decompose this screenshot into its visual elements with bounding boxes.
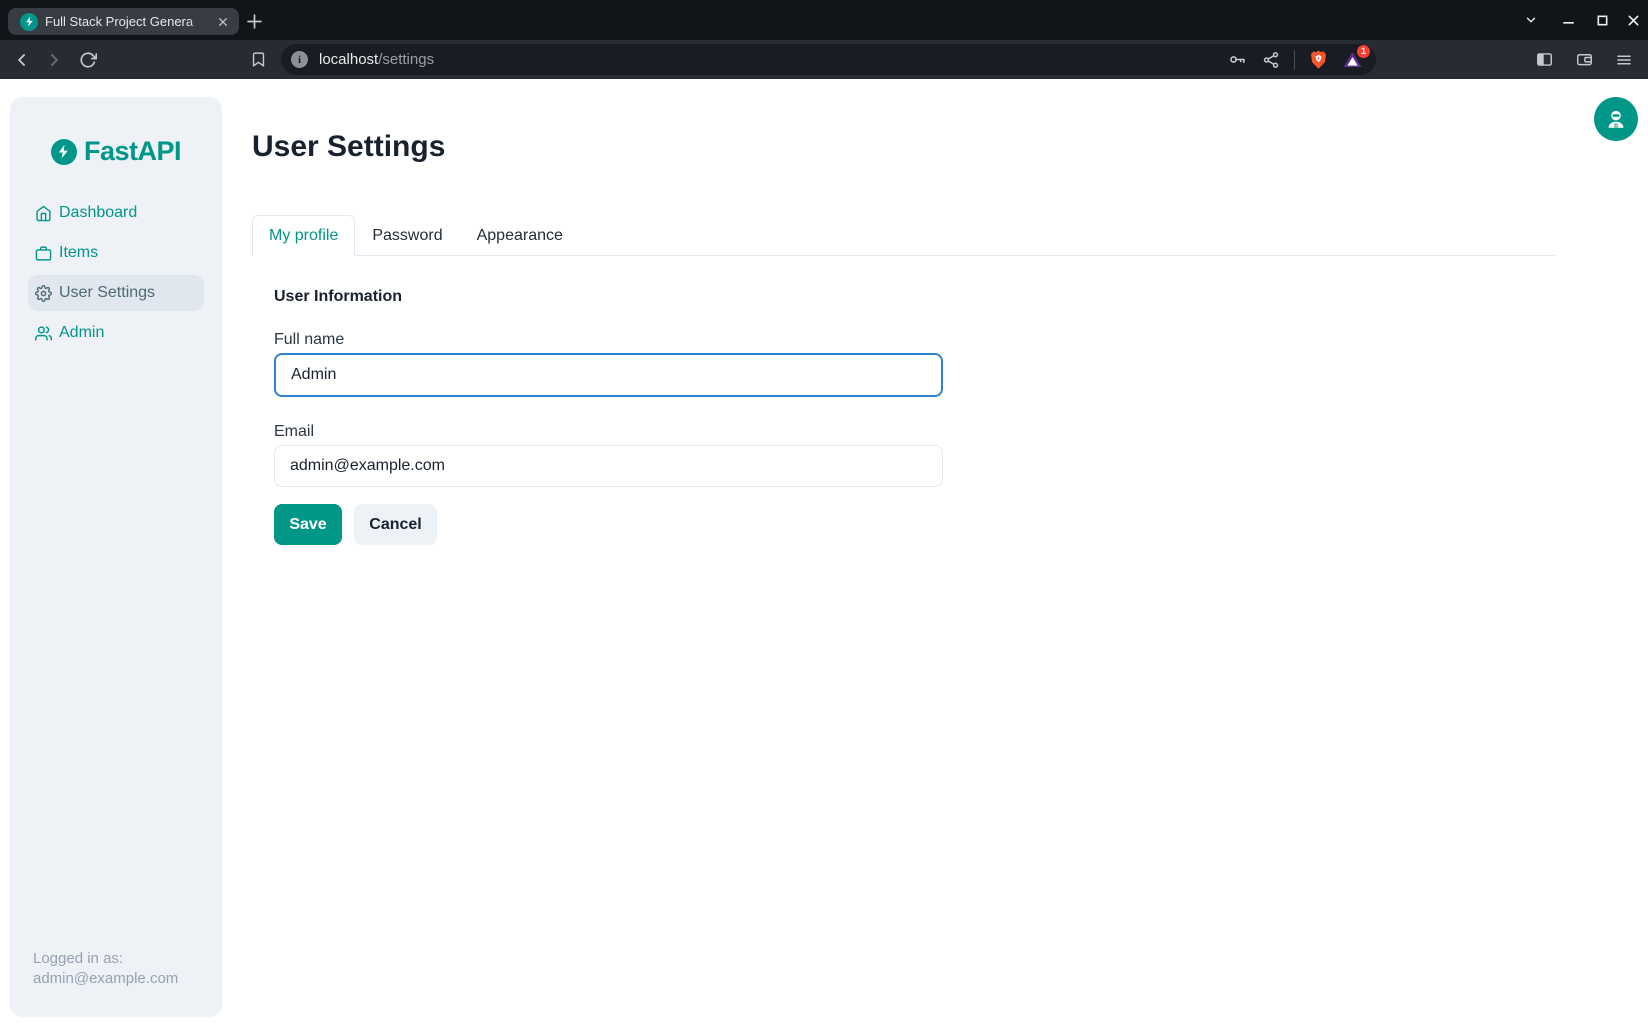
button-row: Save Cancel: [274, 504, 1556, 545]
tab-title: Full Stack Project Genera: [45, 14, 215, 29]
sidebar-toggle-icon[interactable]: [1530, 46, 1558, 74]
home-icon: [35, 205, 52, 222]
url-bar[interactable]: i localhost/settings 1: [281, 44, 1376, 75]
browser-toolbar: i localhost/settings 1: [0, 40, 1648, 79]
section-title: User Information: [274, 287, 1556, 307]
briefcase-icon: [35, 245, 52, 262]
sidebar-item-label: Admin: [59, 324, 104, 342]
browser-tab[interactable]: Full Stack Project Genera: [8, 8, 239, 35]
cancel-button[interactable]: Cancel: [354, 504, 437, 545]
tab-password[interactable]: Password: [355, 215, 459, 256]
sidebar-item-label: User Settings: [59, 284, 155, 302]
fastapi-logo-text: FastAPI: [84, 136, 181, 167]
brave-rewards-icon[interactable]: 1: [1341, 49, 1363, 71]
menu-icon[interactable]: [1610, 46, 1638, 74]
sidebar-item-label: Items: [59, 244, 98, 262]
window-minimize-button[interactable]: [1562, 0, 1575, 40]
site-info-icon[interactable]: i: [291, 51, 308, 68]
window-close-button[interactable]: [1627, 0, 1640, 40]
key-icon[interactable]: [1226, 49, 1248, 71]
users-icon: [35, 325, 52, 342]
full-name-label: Full name: [274, 330, 1556, 350]
fastapi-logo-icon: [51, 139, 77, 165]
tab-list: My profile Password Appearance: [252, 214, 1556, 256]
profile-panel: User Information Full name Email Save Ca…: [252, 256, 1556, 545]
sidebar-item-admin[interactable]: Admin: [10, 313, 222, 353]
url-text: localhost/settings: [319, 51, 1214, 68]
gear-icon: [35, 285, 52, 302]
logged-in-email: admin@example.com: [33, 969, 178, 989]
logged-in-label: Logged in as:: [33, 949, 178, 969]
bookmark-icon[interactable]: [244, 46, 272, 74]
new-tab-button[interactable]: [243, 10, 265, 32]
back-button[interactable]: [8, 46, 36, 74]
window-maximize-button[interactable]: [1596, 0, 1609, 40]
sidebar-item-user-settings[interactable]: User Settings: [28, 275, 204, 311]
user-avatar-button[interactable]: [1594, 97, 1638, 141]
email-input[interactable]: [274, 445, 943, 487]
brave-shield-icon[interactable]: [1307, 49, 1329, 71]
app-page: FastAPI Dashboard Items User Settings: [0, 79, 1648, 1025]
fastapi-favicon-icon: [20, 13, 38, 31]
fastapi-logo[interactable]: FastAPI: [10, 136, 222, 167]
sidebar-item-label: Dashboard: [59, 204, 137, 222]
sidebar-nav: Dashboard Items User Settings Admin: [10, 193, 222, 353]
sidebar-item-dashboard[interactable]: Dashboard: [10, 193, 222, 233]
share-icon[interactable]: [1260, 49, 1282, 71]
tab-close-icon[interactable]: [215, 14, 231, 30]
reload-button[interactable]: [74, 46, 102, 74]
sidebar: FastAPI Dashboard Items User Settings: [10, 97, 222, 1017]
main-content: User Settings My profile Password Appear…: [252, 79, 1556, 545]
tab-appearance[interactable]: Appearance: [460, 215, 580, 256]
full-name-input[interactable]: [274, 353, 943, 397]
toolbar-divider: [1294, 50, 1295, 70]
user-astronaut-icon: [1604, 107, 1628, 131]
save-button[interactable]: Save: [274, 504, 342, 545]
sidebar-item-items[interactable]: Items: [10, 233, 222, 273]
logged-in-info: Logged in as: admin@example.com: [33, 949, 178, 989]
tab-search-chevron-icon[interactable]: [1524, 13, 1538, 27]
wallet-icon[interactable]: [1570, 46, 1598, 74]
rewards-badge: 1: [1357, 45, 1370, 58]
browser-tab-bar: Full Stack Project Genera: [0, 0, 1648, 40]
page-title: User Settings: [252, 128, 1556, 166]
tab-my-profile[interactable]: My profile: [252, 215, 355, 256]
email-label: Email: [274, 422, 1556, 442]
forward-button[interactable]: [40, 46, 68, 74]
